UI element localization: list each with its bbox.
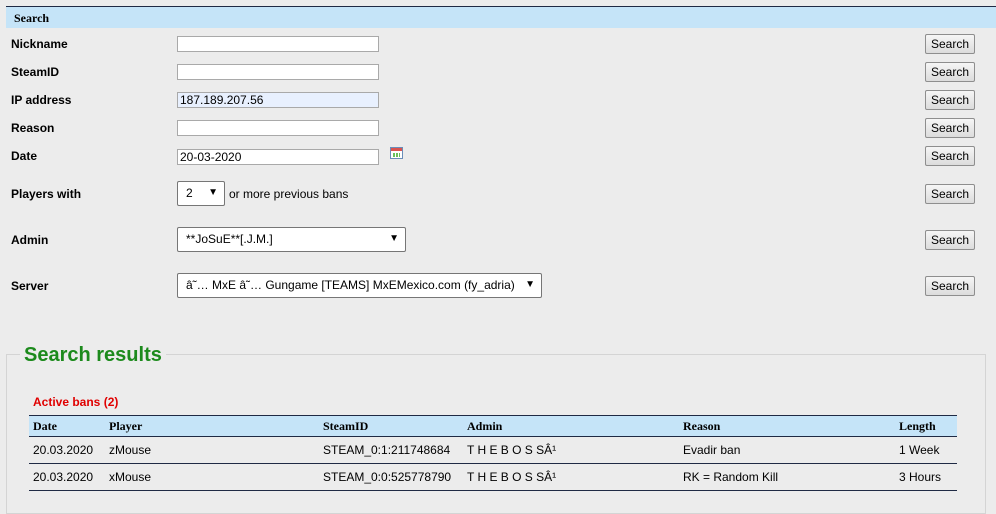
search-ip-button[interactable]: Search xyxy=(925,90,975,110)
cell-player: xMouse xyxy=(105,463,319,491)
table-row[interactable]: 20.03.2020 xMouse STEAM_0:0:525778790 T … xyxy=(29,463,957,491)
bans-table: Date Player SteamID Admin Reason Length … xyxy=(29,415,957,491)
search-admin-button[interactable]: Search xyxy=(925,230,975,250)
server-value: â˜… MxE â˜… Gungame [TEAMS] MxEMexico.co… xyxy=(186,278,515,292)
admin-label: Admin xyxy=(11,233,49,247)
previous-bans-suffix: or more previous bans xyxy=(229,187,349,201)
search-steamid-button[interactable]: Search xyxy=(925,62,975,82)
search-results-title: Search results xyxy=(20,344,166,367)
search-date-button[interactable]: Search xyxy=(925,146,975,166)
search-reason-button[interactable]: Search xyxy=(925,118,975,138)
ip-label: IP address xyxy=(11,93,72,107)
bans-table-header: Date Player SteamID Admin Reason Length xyxy=(29,415,957,437)
previous-bans-select[interactable]: 2 ▼ xyxy=(177,181,225,206)
cell-reason: Evadir ban xyxy=(679,436,895,464)
steamid-input[interactable] xyxy=(177,64,379,80)
server-label: Server xyxy=(11,279,49,293)
cell-length: 3 Hours xyxy=(895,463,957,491)
reason-label: Reason xyxy=(11,121,55,135)
cell-length: 1 Week xyxy=(895,436,957,464)
search-nickname-button[interactable]: Search xyxy=(925,34,975,54)
search-server-button[interactable]: Search xyxy=(925,276,975,296)
active-bans-heading: Active bans (2) xyxy=(33,395,119,409)
col-steamid: SteamID xyxy=(319,415,463,437)
steamid-label: SteamID xyxy=(11,65,60,79)
chevron-down-icon: ▼ xyxy=(525,279,535,290)
col-admin: Admin xyxy=(463,415,679,437)
chevron-down-icon: ▼ xyxy=(389,233,399,244)
cell-admin: T H E B O S SÂ¹ xyxy=(463,436,679,464)
cell-player: zMouse xyxy=(105,436,319,464)
cell-reason: RK = Random Kill xyxy=(679,463,895,491)
nickname-input[interactable] xyxy=(177,36,379,52)
search-players-button[interactable]: Search xyxy=(925,184,975,204)
cell-date: 20.03.2020 xyxy=(29,436,105,464)
col-date: Date xyxy=(29,415,105,437)
cell-date: 20.03.2020 xyxy=(29,463,105,491)
previous-bans-value: 2 xyxy=(186,186,193,200)
players-with-label: Players with xyxy=(11,187,82,201)
calendar-icon[interactable] xyxy=(390,147,403,159)
table-row[interactable]: 20.03.2020 zMouse STEAM_0:1:211748684 T … xyxy=(29,436,957,464)
search-header: Search xyxy=(6,6,996,28)
date-input[interactable]: 20-03-2020 xyxy=(177,149,379,165)
server-select[interactable]: â˜… MxE â˜… Gungame [TEAMS] MxEMexico.co… xyxy=(177,273,542,298)
nickname-label: Nickname xyxy=(11,37,68,51)
col-length: Length xyxy=(895,415,957,437)
ip-input[interactable]: 187.189.207.56 xyxy=(177,92,379,108)
admin-value: **JoSuE**[.J.M.] xyxy=(186,232,273,246)
date-label: Date xyxy=(11,149,38,163)
admin-select[interactable]: **JoSuE**[.J.M.] ▼ xyxy=(177,227,406,252)
cell-admin: T H E B O S SÂ¹ xyxy=(463,463,679,491)
col-player: Player xyxy=(105,415,319,437)
col-reason: Reason xyxy=(679,415,895,437)
cell-steamid: STEAM_0:0:525778790 xyxy=(319,463,463,491)
cell-steamid: STEAM_0:1:211748684 xyxy=(319,436,463,464)
chevron-down-icon: ▼ xyxy=(208,187,218,198)
reason-input[interactable] xyxy=(177,120,379,136)
